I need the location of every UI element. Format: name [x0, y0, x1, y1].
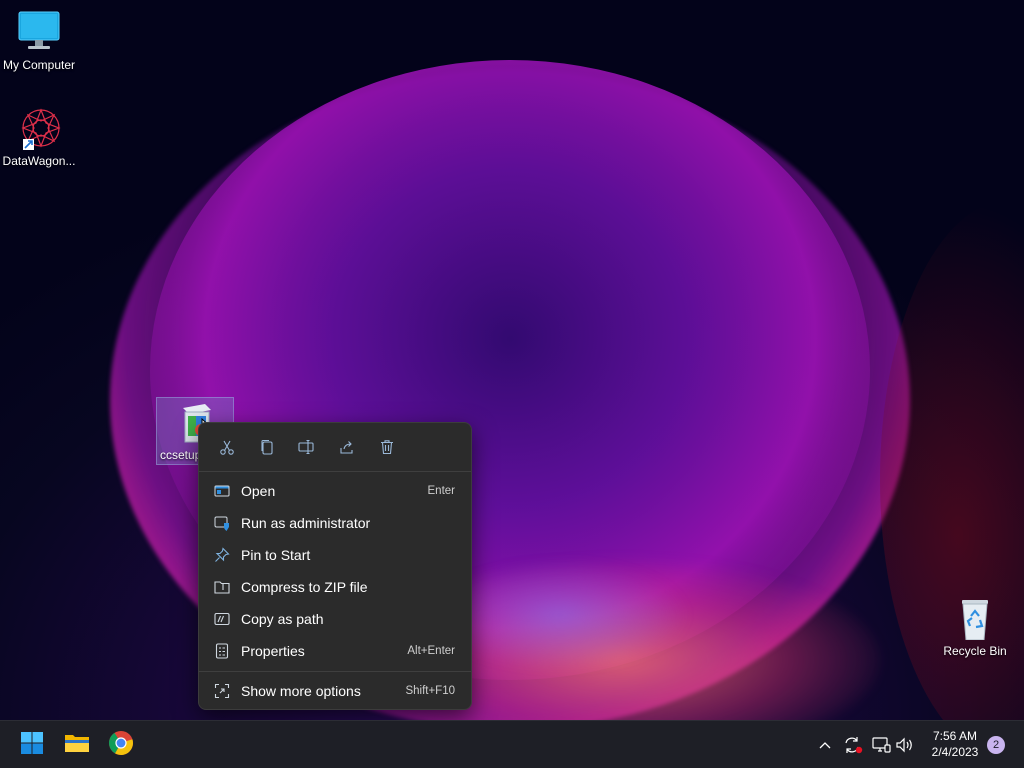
- windows-start-icon: [20, 731, 44, 760]
- chevron-up-icon[interactable]: [818, 735, 836, 755]
- menu-item-show-more-options[interactable]: Show more options Shift+F10: [199, 675, 471, 707]
- menu-item-label: Open: [241, 483, 276, 499]
- notification-badge[interactable]: 2: [987, 736, 1005, 754]
- chrome-button[interactable]: [103, 727, 139, 763]
- desktop-icon-label: DataWagon...: [2, 154, 76, 168]
- menu-item-label: Copy as path: [241, 611, 324, 627]
- menu-item-copy-as-path[interactable]: Copy as path: [199, 603, 471, 635]
- desktop-icon-label: Recycle Bin: [943, 644, 1007, 658]
- rename-icon: [298, 439, 316, 460]
- context-menu-separator: [199, 671, 471, 672]
- zip-folder-icon: [213, 578, 231, 596]
- share-icon: [339, 439, 355, 460]
- copy-button[interactable]: [247, 435, 287, 463]
- desktop-icon-label: My Computer: [2, 58, 76, 72]
- menu-item-label: Properties: [241, 643, 305, 659]
- taskbar-clock[interactable]: 7:56 AM 2/4/2023: [920, 728, 990, 760]
- menu-item-properties[interactable]: Properties Alt+Enter: [199, 635, 471, 667]
- network-icon[interactable]: [870, 735, 894, 755]
- menu-item-shortcut: Enter: [427, 485, 456, 497]
- taskbar: 7:56 AM 2/4/2023: [0, 720, 1024, 768]
- monitor-icon: [15, 10, 63, 54]
- context-menu: Open Enter Run as administrator Pin to S…: [198, 422, 472, 710]
- folder-icon: [64, 732, 90, 759]
- menu-item-pin-to-start[interactable]: Pin to Start: [199, 539, 471, 571]
- desktop-wallpaper: [0, 0, 1024, 720]
- copy-path-icon: [213, 610, 231, 628]
- recycle-bin-icon: [951, 596, 999, 641]
- sync-icon[interactable]: [842, 735, 868, 755]
- file-explorer-button[interactable]: [59, 727, 95, 763]
- menu-item-label: Pin to Start: [241, 547, 311, 563]
- delete-button[interactable]: [367, 435, 407, 463]
- menu-item-open[interactable]: Open Enter: [199, 475, 471, 507]
- menu-item-shortcut: Shift+F10: [405, 685, 455, 697]
- copy-icon: [259, 439, 275, 460]
- desktop-icon-datawagon[interactable]: DataWagon...: [0, 106, 78, 168]
- more-options-icon: [213, 682, 231, 700]
- trash-icon: [379, 439, 395, 460]
- scissors-icon: [219, 439, 235, 460]
- menu-item-compress-to-zip[interactable]: Compress to ZIP file: [199, 571, 471, 603]
- share-button[interactable]: [327, 435, 367, 463]
- clock-date: 2/4/2023: [931, 745, 979, 759]
- menu-item-shortcut: Alt+Enter: [407, 645, 455, 657]
- open-icon: [213, 482, 231, 500]
- start-button[interactable]: [14, 727, 50, 763]
- menu-item-label: Show more options: [241, 683, 361, 699]
- properties-icon: [213, 642, 231, 660]
- menu-item-label: Run as administrator: [241, 515, 371, 531]
- clock-time: 7:56 AM: [932, 729, 978, 743]
- shield-icon: [213, 514, 231, 532]
- cut-button[interactable]: [207, 435, 247, 463]
- rename-button[interactable]: [287, 435, 327, 463]
- datawagon-app-icon: [15, 106, 63, 150]
- pin-icon: [213, 546, 231, 564]
- chrome-icon: [108, 730, 134, 761]
- context-menu-quick-actions: [199, 423, 471, 471]
- volume-icon[interactable]: [894, 735, 918, 755]
- desktop-icon-recycle-bin[interactable]: Recycle Bin: [936, 596, 1014, 658]
- desktop-icon-my-computer[interactable]: My Computer: [0, 10, 78, 72]
- menu-item-run-as-administrator[interactable]: Run as administrator: [199, 507, 471, 539]
- menu-item-label: Compress to ZIP file: [241, 579, 368, 595]
